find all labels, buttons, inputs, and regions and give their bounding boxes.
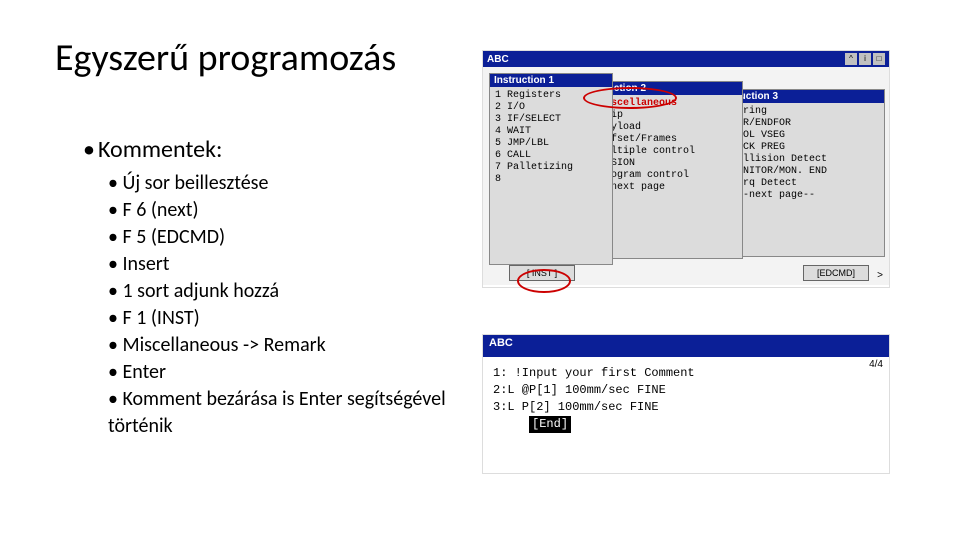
- menu-item: 8: [495, 174, 607, 186]
- kommentek-heading: •Kommentek:: [80, 135, 450, 164]
- menu-item: 5 Collision Detect: [719, 154, 879, 166]
- window-body: Instruction 3 1 String 2 FOR/ENDFOR 3 TO…: [483, 67, 889, 285]
- page-counter: 4/4: [869, 359, 883, 370]
- menu-item: 3 IF/SELECT: [495, 114, 607, 126]
- menu-item: 7 Palletizing: [495, 162, 607, 174]
- window-titlebar: ABC: [483, 335, 889, 357]
- slide: Egyszerű programozás •Kommentek: Új sor …: [0, 0, 960, 540]
- list-item: F 6 (next): [108, 197, 450, 224]
- end-marker: [End]: [493, 416, 879, 433]
- next-arrow-icon: >: [877, 270, 883, 281]
- menu-item: 6 CALL: [495, 150, 607, 162]
- maximize-icon: □: [873, 53, 885, 65]
- slide-title: Egyszerű programozás: [55, 35, 396, 81]
- menu-item: 5 JMP/LBL: [495, 138, 607, 150]
- list-item: Enter: [108, 359, 450, 386]
- code-line: 1: !Input your first Comment: [493, 365, 879, 382]
- left-column: •Kommentek: Új sor beillesztése F 6 (nex…: [80, 135, 450, 440]
- edcmd-button: [EDCMD]: [803, 265, 869, 281]
- menu-item: 6 MONITOR/MON. END: [719, 166, 879, 178]
- list-item: Miscellaneous -> Remark: [108, 332, 450, 359]
- list-item: F 5 (EDCMD): [108, 224, 450, 251]
- list-item: Új sor beillesztése: [108, 170, 450, 197]
- list-item: F 1 (INST): [108, 305, 450, 332]
- info-icon: i: [859, 53, 871, 65]
- window-title: ABC: [487, 54, 509, 65]
- bullet-list: Új sor beillesztése F 6 (next) F 5 (EDCM…: [108, 170, 450, 440]
- menu-item: 2 FOR/ENDFOR: [719, 118, 879, 130]
- window-titlebar: ABC ^ i □: [483, 51, 889, 67]
- teach-pendant-screenshot-1: ABC ^ i □ Instruction 3 1 String 2 FOR/E…: [482, 50, 890, 288]
- list-item: 1 sort adjunk hozzá: [108, 278, 450, 305]
- menu-item: 3 TOOL VSEG: [719, 130, 879, 142]
- annotation-circle-icon: [583, 87, 677, 109]
- code-line: 3:L P[2] 100mm/sec FINE: [493, 399, 879, 416]
- menu-item: 4 WAIT: [495, 126, 607, 138]
- caret-up-icon: ^: [845, 53, 857, 65]
- menu-item: 7 Torq Detect: [719, 178, 879, 190]
- window-icons: ^ i □: [845, 53, 885, 65]
- menu-item: 1 String: [719, 106, 879, 118]
- teach-pendant-screenshot-2: ABC 4/4 1: !Input your first Comment 2:L…: [482, 334, 890, 474]
- list-item: Insert: [108, 251, 450, 278]
- window-title: ABC: [489, 337, 513, 349]
- annotation-circle-icon: [517, 269, 571, 293]
- program-listing: 4/4 1: !Input your first Comment 2:L @P[…: [483, 357, 889, 477]
- pane-title: Instruction 1: [490, 74, 612, 87]
- code-line: 2:L @P[1] 100mm/sec FINE: [493, 382, 879, 399]
- menu-item: 8 --next page--: [719, 190, 879, 202]
- menu-item: 4 LOCK PREG: [719, 142, 879, 154]
- list-item: Komment bezárása is Enter segítségével t…: [108, 386, 450, 440]
